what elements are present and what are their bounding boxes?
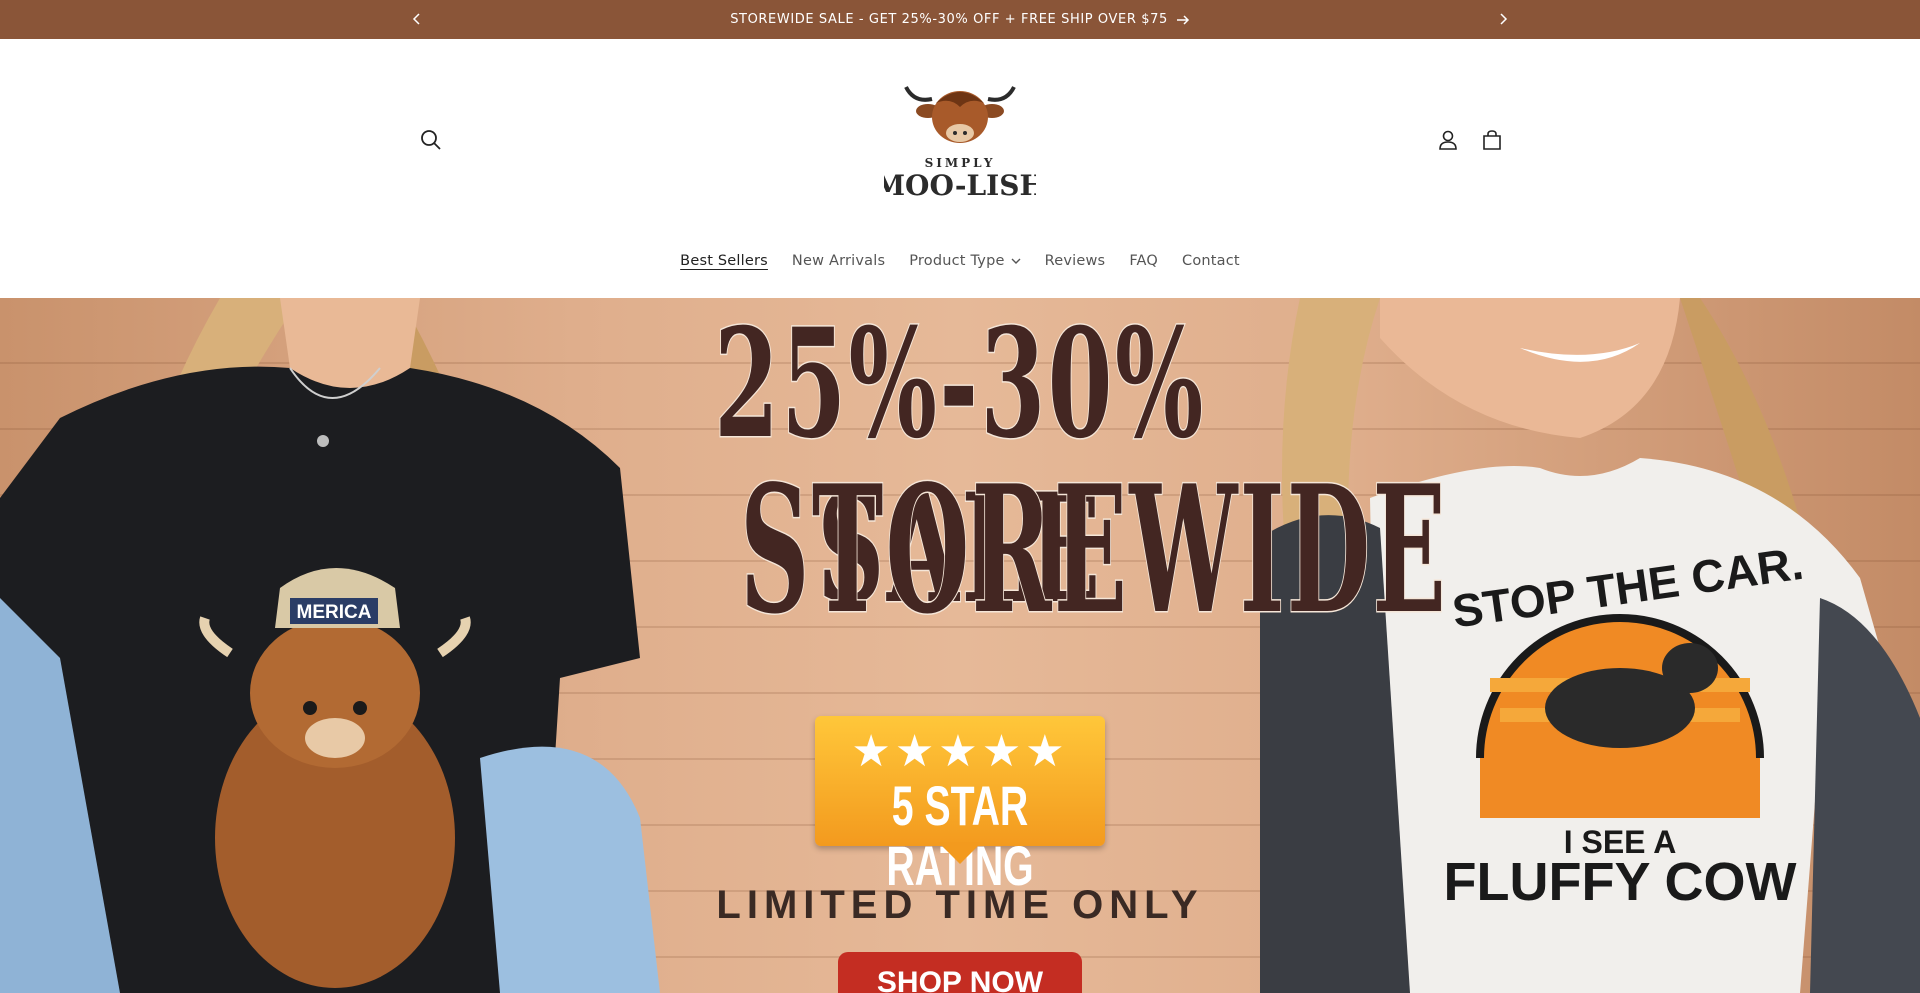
chevron-right-icon	[1500, 13, 1508, 25]
limited-time-text: LIMITED TIME ONLY	[716, 883, 1204, 927]
shop-now-button[interactable]: SHOP NOW	[838, 952, 1082, 993]
nav-reviews[interactable]: Reviews	[1045, 253, 1106, 269]
hero-banner[interactable]: MERICA STOP THE CAR. I SEE A FLUFFY COW …	[0, 298, 1920, 993]
chevron-left-icon	[412, 13, 420, 25]
rating-badge: ★★★★★ 5 STAR RATING	[815, 716, 1105, 896]
svg-text:FLUFFY COW: FLUFFY COW	[1444, 852, 1797, 912]
announcement-link[interactable]: STOREWIDE SALE - GET 25%-30% OFF + FREE …	[730, 12, 1190, 27]
nav-contact[interactable]: Contact	[1182, 253, 1240, 269]
nav-product-type[interactable]: Product Type	[909, 253, 1021, 269]
cart-button[interactable]	[1477, 125, 1507, 155]
site-logo[interactable]: SIMPLY MOO-LISH	[874, 73, 1046, 202]
nav-faq[interactable]: FAQ	[1129, 253, 1158, 269]
account-button[interactable]	[1433, 125, 1463, 155]
user-icon	[1439, 130, 1457, 150]
site-header: SIMPLY MOO-LISH Best Sellers New Arrival…	[0, 39, 1920, 298]
nav-best-sellers[interactable]: Best Sellers	[680, 253, 768, 269]
star-rating-icon: ★★★★★	[851, 726, 1069, 777]
chevron-down-icon	[1011, 258, 1021, 264]
main-navigation: Best Sellers New Arrivals Product Type R…	[0, 253, 1920, 269]
announcement-text: STOREWIDE SALE - GET 25%-30% OFF + FREE …	[730, 12, 1168, 27]
search-button[interactable]	[416, 125, 446, 155]
search-icon	[421, 130, 441, 150]
svg-text:SIMPLY: SIMPLY	[925, 156, 996, 170]
svg-text:MERICA: MERICA	[297, 602, 372, 623]
announcement-prev-button[interactable]	[407, 9, 427, 29]
arrow-right-icon	[1176, 14, 1189, 25]
nav-new-arrivals[interactable]: New Arrivals	[792, 253, 885, 269]
svg-text:MOO-LISH: MOO-LISH	[884, 169, 1036, 201]
cart-icon	[1483, 130, 1501, 150]
hero-headline-line2: STOREWIDE	[739, 448, 1449, 653]
highland-cow-logo: SIMPLY MOO-LISH	[874, 86, 1046, 202]
rating-badge-text: 5 STAR RATING	[886, 774, 1034, 897]
announcement-next-button[interactable]	[1493, 9, 1513, 29]
announcement-bar: STOREWIDE SALE - GET 25%-30% OFF + FREE …	[0, 0, 1920, 39]
hero-left-model-image: MERICA	[0, 298, 660, 993]
